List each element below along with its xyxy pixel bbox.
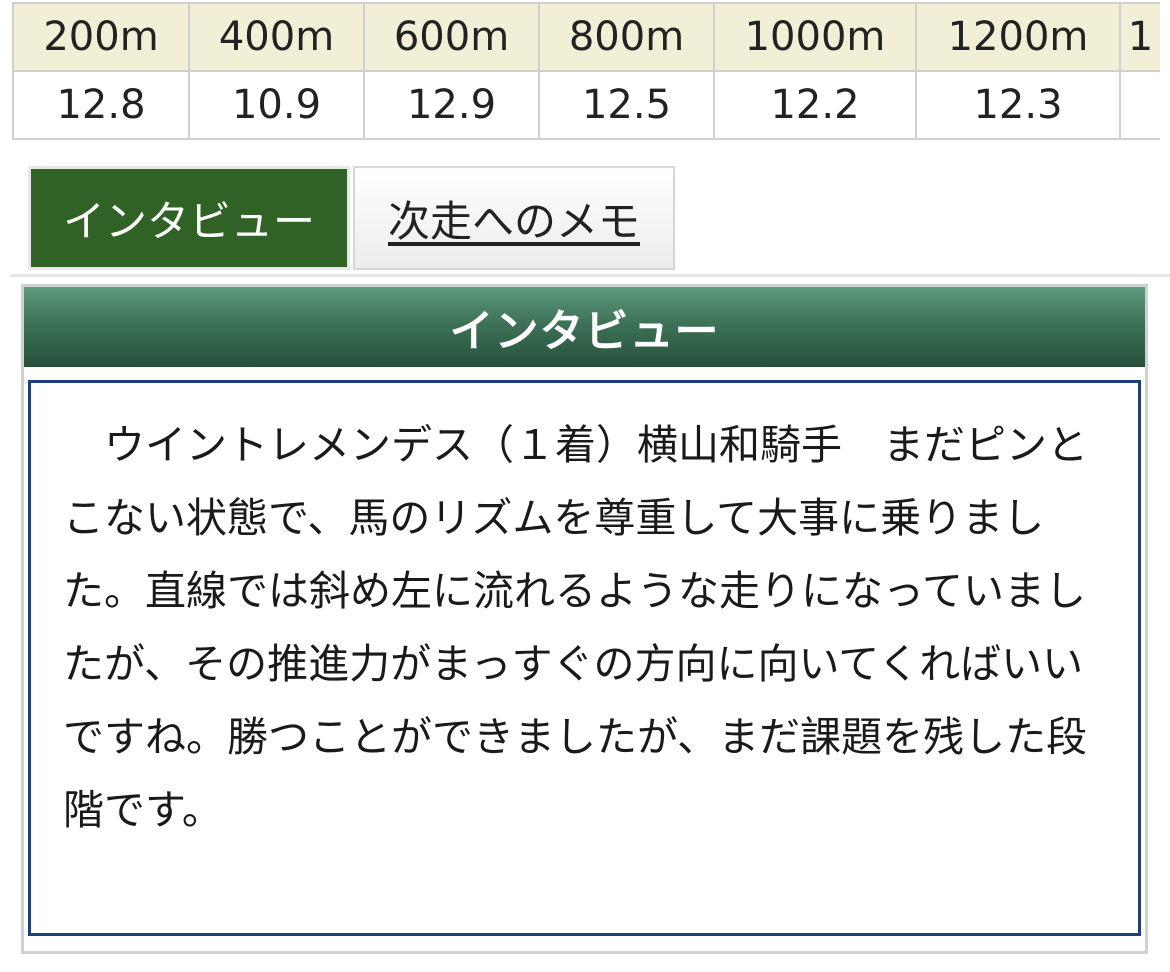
lap-time-cell: 12.2	[713, 70, 917, 140]
lap-distance-row: 200m 400m 600m 800m 1000m 1200m 1	[12, 2, 1160, 72]
interview-panel-header: インタビュー	[24, 287, 1145, 367]
lap-time-cell	[1119, 70, 1160, 140]
lap-distance-cell: 200m	[12, 2, 190, 72]
lap-time-row: 12.8 10.9 12.9 12.5 12.2 12.3	[12, 70, 1160, 140]
lap-distance-cell: 600m	[363, 2, 540, 72]
tab-next-race-memo[interactable]: 次走へのメモ	[353, 166, 675, 270]
lap-time-cell: 12.8	[12, 70, 190, 140]
lap-distance-cell: 400m	[188, 2, 365, 72]
lap-time-cell: 12.3	[915, 70, 1121, 140]
interview-panel: インタビュー ウイントレメンデス（１着）横山和騎手 まだピンとこない状態で、馬の…	[21, 284, 1148, 954]
lap-time-table: 200m 400m 600m 800m 1000m 1200m 1 12.8 1…	[12, 2, 1160, 140]
tab-next-race-memo-label[interactable]: 次走へのメモ	[388, 188, 640, 249]
lap-distance-cell: 1	[1119, 2, 1160, 72]
race-result-page: 200m 400m 600m 800m 1000m 1200m 1 12.8 1…	[0, 0, 1170, 972]
lap-time-cell: 12.9	[363, 70, 540, 140]
lap-time-cell: 12.5	[538, 70, 715, 140]
lap-distance-cell: 1000m	[713, 2, 917, 72]
tab-interview[interactable]: インタビュー	[28, 166, 350, 270]
lap-time-cell: 10.9	[188, 70, 365, 140]
interview-panel-title: インタビュー	[449, 306, 720, 357]
lap-distance-cell: 800m	[538, 2, 715, 72]
interview-body: ウイントレメンデス（１着）横山和騎手 まだピンとこない状態で、馬のリズムを尊重し…	[28, 380, 1141, 936]
tab-interview-label: インタビュー	[62, 196, 315, 246]
tab-bar: インタビュー 次走へのメモ	[10, 166, 1170, 277]
lap-distance-cell: 1200m	[915, 2, 1121, 72]
interview-text: ウイントレメンデス（１着）横山和騎手 まだピンとこない状態で、馬のリズムを尊重し…	[63, 421, 1088, 834]
